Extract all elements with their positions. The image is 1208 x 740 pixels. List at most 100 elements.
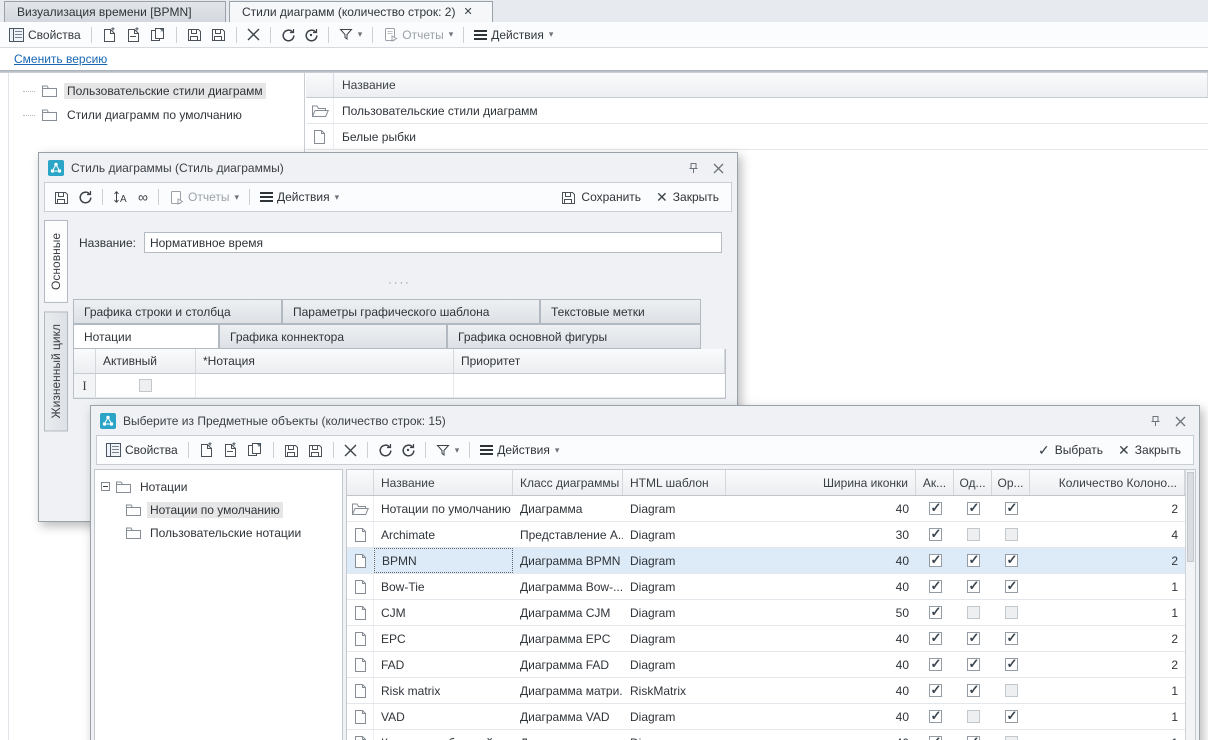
- filter-button[interactable]: ▾: [433, 442, 463, 459]
- cell-checkbox[interactable]: [954, 704, 992, 729]
- checkbox-checked[interactable]: [929, 554, 942, 567]
- checkbox-unchecked[interactable]: [1005, 736, 1018, 740]
- checkbox-checked[interactable]: [1005, 658, 1018, 671]
- tab-параметры-графического-шаблона[interactable]: Параметры графического шаблона: [282, 299, 540, 324]
- tree-item[interactable]: Стили диаграмм по умолчанию: [9, 103, 304, 127]
- pin-icon[interactable]: [1150, 415, 1161, 427]
- checkbox-checked[interactable]: [929, 632, 942, 645]
- tab-графика-коннектора[interactable]: Графика коннектора: [219, 324, 447, 349]
- cell-diagram-class[interactable]: Диаграмма карты...: [513, 730, 623, 740]
- cell-name[interactable]: VAD: [374, 704, 513, 729]
- cell-diagram-class[interactable]: Представление А...: [513, 522, 623, 547]
- tab-текстовые-метки[interactable]: Текстовые метки: [540, 299, 701, 324]
- checkbox-unchecked[interactable]: [1005, 528, 1018, 541]
- column-header[interactable]: Од...: [954, 470, 992, 495]
- cell-html-template[interactable]: Diagram: [623, 574, 726, 599]
- cell-column-count[interactable]: 1: [1030, 574, 1185, 599]
- cell-column-count[interactable]: 4: [1030, 522, 1185, 547]
- checkbox-checked[interactable]: [967, 580, 980, 593]
- select-dialog-titlebar[interactable]: Выберите из Предметные объекты (количест…: [94, 409, 1196, 433]
- column-header[interactable]: HTML шаблон: [623, 470, 726, 495]
- checkbox-checked[interactable]: [967, 502, 980, 515]
- row-name-cell[interactable]: Белые рыбки: [334, 130, 1208, 144]
- cell-checkbox[interactable]: [992, 574, 1030, 599]
- tree-item[interactable]: Нотации по умолчанию: [101, 498, 342, 521]
- checkbox-checked[interactable]: [1005, 580, 1018, 593]
- new-item-button[interactable]: *: [196, 440, 217, 460]
- cell-checkbox[interactable]: [992, 626, 1030, 651]
- refresh-all-button[interactable]: [301, 26, 321, 44]
- delete-button[interactable]: [341, 442, 360, 459]
- reports-button[interactable]: Отчеты ▾: [380, 25, 456, 44]
- column-header[interactable]: [347, 470, 374, 495]
- actions-button[interactable]: Действия ▾: [257, 188, 342, 206]
- column-header[interactable]: [74, 349, 96, 373]
- table-row[interactable]: VADДиаграмма VADDiagram401: [347, 704, 1185, 730]
- cell-column-count[interactable]: 1: [1030, 600, 1185, 625]
- cell-checkbox[interactable]: [916, 496, 954, 521]
- copy-button[interactable]: *: [147, 25, 169, 45]
- reports-button[interactable]: Отчеты ▾: [166, 188, 242, 207]
- cell-checkbox[interactable]: [954, 678, 992, 703]
- cell-html-template[interactable]: Diagram: [623, 704, 726, 729]
- cell-html-template[interactable]: Diagram: [623, 626, 726, 651]
- save-all-button[interactable]: [208, 25, 229, 44]
- notation-grid-row[interactable]: I: [74, 374, 725, 398]
- column-header[interactable]: Ширина иконки: [726, 470, 916, 495]
- cell-checkbox[interactable]: [992, 548, 1030, 573]
- new-folder-button[interactable]: *: [220, 440, 241, 460]
- cell-checkbox[interactable]: [916, 600, 954, 625]
- cell-checkbox[interactable]: [954, 730, 992, 740]
- sort-button[interactable]: A: [110, 188, 132, 206]
- side-tab-active[interactable]: Основные: [44, 220, 68, 303]
- cell-name[interactable]: BPMN: [374, 548, 513, 573]
- cell-name[interactable]: CJM: [374, 600, 513, 625]
- close-dialog-button[interactable]: ✕ Закрыть: [1112, 440, 1187, 460]
- tab-графика-основной-фигуры[interactable]: Графика основной фигуры: [447, 324, 701, 349]
- checkbox-checked[interactable]: [929, 684, 942, 697]
- cell-diagram-class[interactable]: Диаграмма CJM: [513, 600, 623, 625]
- refresh-button[interactable]: [75, 188, 95, 206]
- cell-name[interactable]: EPC: [374, 626, 513, 651]
- cell-checkbox[interactable]: [992, 704, 1030, 729]
- new-item-button[interactable]: *: [99, 25, 120, 45]
- checkbox-checked[interactable]: [967, 632, 980, 645]
- checkbox-checked[interactable]: [929, 658, 942, 671]
- cell-name[interactable]: FAD: [374, 652, 513, 677]
- cell-icon-width[interactable]: 40: [726, 626, 916, 651]
- cell-html-template[interactable]: Diagram: [623, 600, 726, 625]
- checkbox-checked[interactable]: [1005, 710, 1018, 723]
- side-tab-inactive[interactable]: Жизненный цикл: [44, 311, 68, 431]
- checkbox-unchecked[interactable]: [967, 606, 980, 619]
- close-icon[interactable]: [713, 163, 724, 174]
- checkbox-checked[interactable]: [929, 528, 942, 541]
- refresh-button[interactable]: [278, 26, 298, 44]
- cell-checkbox[interactable]: [954, 496, 992, 521]
- cell-html-template[interactable]: Diagram: [623, 548, 726, 573]
- cell-name[interactable]: Risk matrix: [374, 678, 513, 703]
- cell-checkbox[interactable]: [954, 600, 992, 625]
- close-dialog-button[interactable]: ✕ Закрыть: [650, 187, 725, 207]
- column-header[interactable]: Ак...: [916, 470, 954, 495]
- cell-html-template[interactable]: Diagram: [623, 652, 726, 677]
- splitter-handle[interactable]: ····: [71, 277, 728, 289]
- cell-html-template[interactable]: Diagram: [623, 730, 726, 740]
- cell-column-count[interactable]: 1: [1030, 730, 1185, 740]
- vertical-scrollbar[interactable]: [1185, 470, 1195, 740]
- tab-графика-строки-и-столбца[interactable]: Графика строки и столбца: [73, 299, 282, 324]
- style-dialog-titlebar[interactable]: Стиль диаграммы (Стиль диаграммы): [42, 156, 734, 180]
- table-row[interactable]: FADДиаграмма FADDiagram402: [347, 652, 1185, 678]
- cell-icon-width[interactable]: 40: [726, 704, 916, 729]
- cell-checkbox[interactable]: [992, 600, 1030, 625]
- save-button[interactable]: [281, 441, 302, 460]
- cell-checkbox[interactable]: [916, 626, 954, 651]
- checkbox-checked[interactable]: [1005, 502, 1018, 515]
- save-all-button[interactable]: [305, 441, 326, 460]
- cell-icon-width[interactable]: 40: [726, 496, 916, 521]
- change-version-link[interactable]: Сменить версию: [14, 52, 107, 66]
- cell-html-template[interactable]: Diagram: [623, 522, 726, 547]
- cell-icon-width[interactable]: 40: [726, 548, 916, 573]
- save-and-keep-button[interactable]: Сохранить: [555, 187, 647, 208]
- cell-checkbox[interactable]: [916, 704, 954, 729]
- cell-checkbox[interactable]: [954, 574, 992, 599]
